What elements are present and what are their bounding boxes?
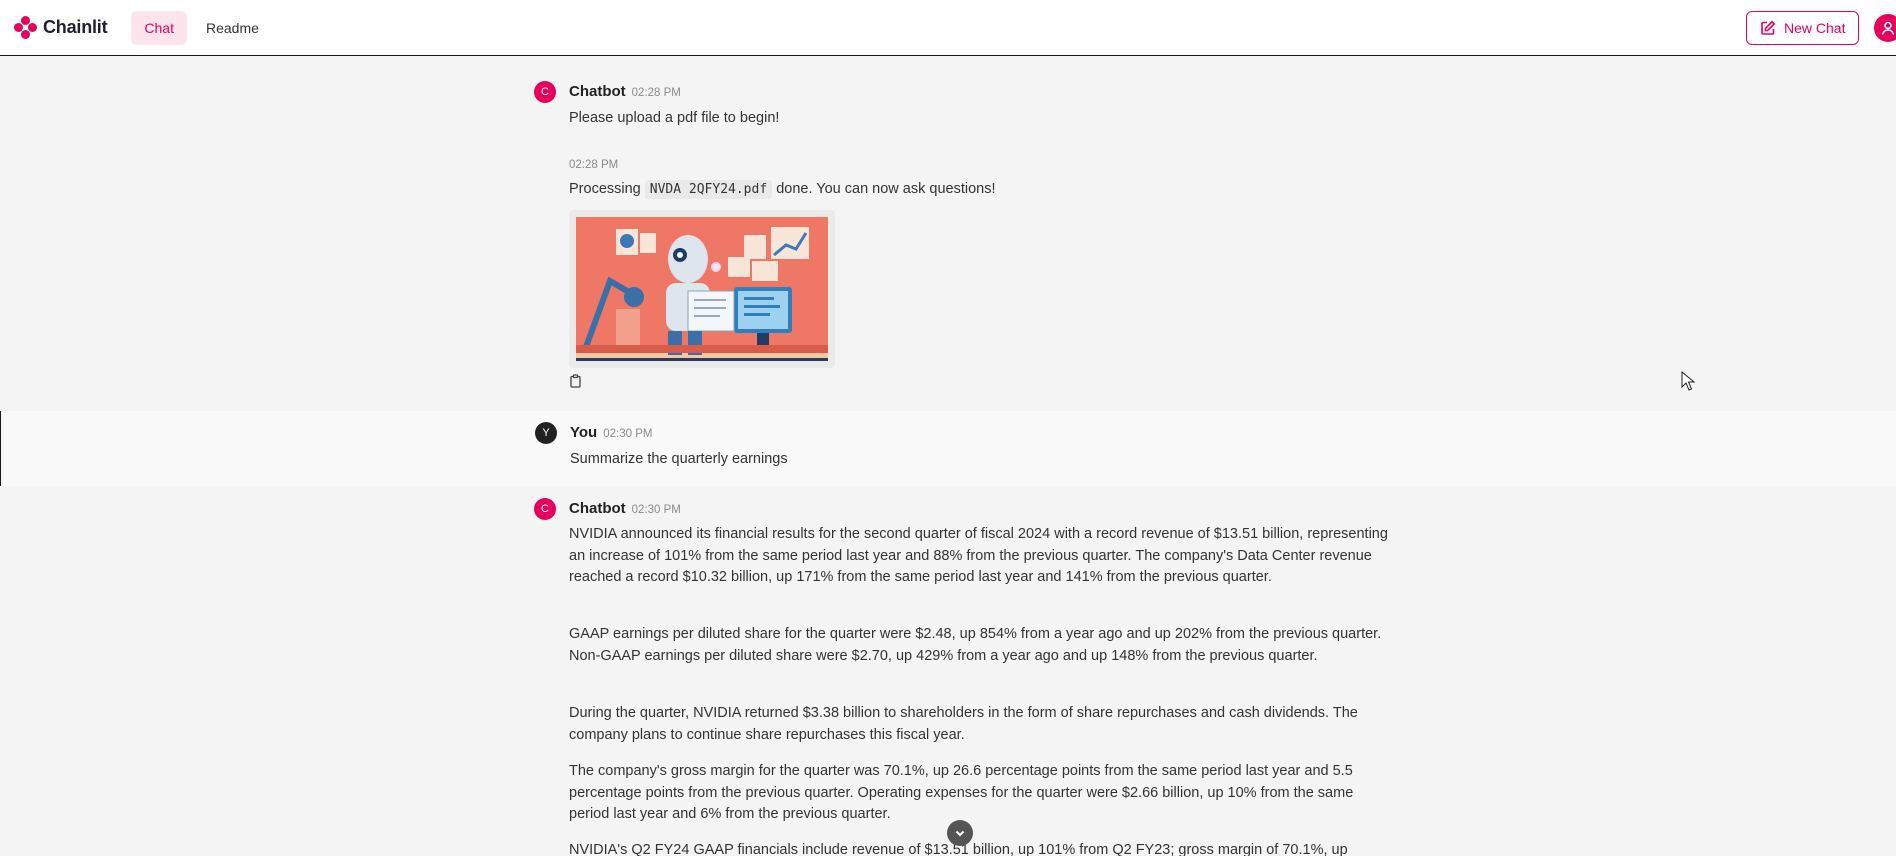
user-avatar-button[interactable] — [1874, 14, 1896, 42]
message-author: You 02:30 PM — [570, 424, 652, 441]
summary-paragraph-5: NVIDIA's Q2 FY24 GAAP financials include… — [569, 842, 1348, 856]
message-author: Chatbot 02:28 PM — [569, 83, 681, 100]
message-text: Summarize the quarterly earnings — [570, 451, 788, 467]
summary-paragraph-1: NVIDIA announced its financial results f… — [569, 526, 1388, 585]
summary-paragraph-2: GAAP earnings per diluted share for the … — [569, 626, 1382, 664]
message-text: Processing NVDA 2QFY24.pdf done. You can… — [569, 179, 995, 201]
image-attachment[interactable] — [569, 210, 835, 368]
message-time: 02:28 PM — [631, 87, 681, 99]
nav-tabs: Chat Readme — [131, 10, 272, 45]
user-message-avatar: Y — [535, 422, 557, 444]
chevron-down-icon — [955, 830, 965, 837]
robot-illustration — [576, 217, 828, 361]
new-chat-label: New Chat — [1784, 20, 1846, 36]
message-group-bot-2: C Chatbot 02:30 PM NVIDIA announced its f… — [0, 486, 1896, 856]
message-text: Please upload a pdf file to begin! — [569, 110, 780, 126]
summary-paragraph-3: During the quarter, NVIDIA returned $3.3… — [569, 705, 1358, 743]
app-header: Chainlit Chat Readme New Chat — [0, 0, 1896, 56]
bot-avatar: C — [534, 81, 556, 103]
edit-icon — [1761, 20, 1776, 35]
scroll-down-button[interactable] — [947, 820, 973, 846]
author-name: Chatbot — [569, 500, 626, 517]
message-time: 02:28 PM — [569, 159, 619, 171]
copy-icon[interactable] — [569, 374, 582, 393]
processing-prefix: Processing — [569, 181, 641, 197]
file-name-code: NVDA 2QFY24.pdf — [644, 180, 773, 199]
bot-avatar: C — [534, 498, 556, 520]
mouse-cursor-icon — [1681, 370, 1696, 396]
message-group-user: Y You 02:30 PM Summarize the quarterly ea… — [0, 411, 1896, 486]
new-chat-button[interactable]: New Chat — [1746, 11, 1860, 45]
author-name: You — [570, 424, 598, 441]
processing-suffix: done. You can now ask questions! — [776, 181, 996, 197]
logo-text: Chainlit — [43, 17, 108, 37]
tab-chat[interactable]: Chat — [131, 10, 187, 45]
message-time: 02:30 PM — [603, 428, 653, 440]
logo[interactable]: Chainlit — [14, 15, 108, 40]
user-icon — [1881, 21, 1895, 35]
message-author: Chatbot 02:30 PM — [569, 500, 681, 517]
chainlit-logo-icon — [14, 15, 38, 40]
message-time: 02:30 PM — [631, 504, 681, 516]
summary-paragraph-4: The company's gross margin for the quart… — [569, 763, 1354, 822]
author-name: Chatbot — [569, 83, 626, 100]
tab-readme[interactable]: Readme — [193, 11, 272, 45]
message-group-bot-1: C Chatbot 02:28 PM Please upload a pdf fi… — [0, 69, 1896, 411]
